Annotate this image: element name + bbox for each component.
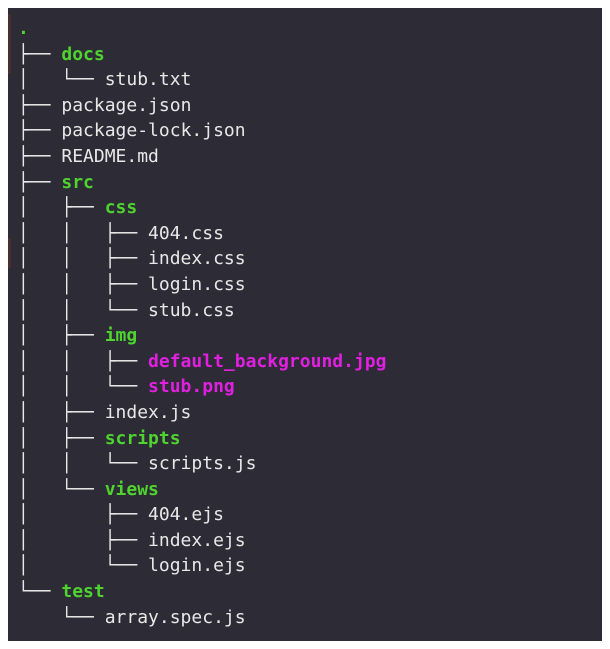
image-file-name: stub.png <box>148 376 235 398</box>
directory-name: css <box>104 197 138 219</box>
tree-file-row: ├── package-lock.json <box>18 118 386 144</box>
tree-file-row: │ ├── index.js <box>18 400 386 426</box>
tree-file-row: │ │ ├── login.css <box>18 272 386 298</box>
file-name: login.css <box>148 273 246 295</box>
tree-directory-row: └── test <box>18 579 386 605</box>
left-accent-bar <box>8 14 11 74</box>
tree-branch-lines: │ │ ├── <box>18 350 149 372</box>
terminal-window: . ├── docs │ └── stub.txt ├── package.json ├… <box>8 8 602 641</box>
file-name: index.js <box>104 401 192 423</box>
tree-file-row: ├── README.md <box>18 144 386 170</box>
tree-file-row: │ │ ├── 404.css <box>18 221 386 247</box>
directory-name: src <box>61 171 94 193</box>
tree-branch-lines: │ │ └── <box>18 376 149 398</box>
tree-branch-lines: └── <box>18 581 62 603</box>
tree-branch-lines: │ ├── <box>18 325 105 347</box>
directory-name: img <box>104 325 138 347</box>
directory-name: views <box>104 478 159 500</box>
tree-file-row: └── array.spec.js <box>18 605 386 631</box>
tree-branch-lines: │ ├── <box>18 401 105 423</box>
tree-branch-lines: │ └── <box>18 555 149 577</box>
tree-branch-lines: ├── <box>18 171 62 193</box>
file-name: scripts.js <box>148 453 257 475</box>
root-dot: . <box>18 18 29 39</box>
file-name: stub.css <box>148 299 235 321</box>
file-name: login.ejs <box>148 555 246 577</box>
tree-file-row: │ │ └── stub.css <box>18 298 386 324</box>
tree-branch-lines: │ │ ├── <box>18 248 149 270</box>
tree-root-row: . <box>18 16 386 42</box>
tree-file-row: │ │ ├── index.css <box>18 246 386 272</box>
file-name: README.md <box>61 145 159 167</box>
tree-file-row: │ │ └── scripts.js <box>18 451 386 477</box>
tree-file-row: │ ├── index.ejs <box>18 528 386 554</box>
tree-file-row: │ └── stub.txt <box>18 67 386 93</box>
tree-branch-lines: ├── <box>18 120 62 142</box>
tree-file-row: │ └── login.ejs <box>18 553 386 579</box>
tree-directory-row: ├── src <box>18 170 386 196</box>
tree-branch-lines: │ │ └── <box>18 299 149 321</box>
tree-branch-lines: │ ├── <box>18 504 149 526</box>
tree-branch-lines: ├── <box>18 43 62 65</box>
tree-directory-row: ├── docs <box>18 42 386 68</box>
tree-file-row: ├── package.json <box>18 93 386 119</box>
tree-file-row: │ │ ├── default_background.jpg <box>18 349 386 375</box>
file-name: index.css <box>148 248 246 270</box>
tree-branch-lines: │ ├── <box>18 427 105 449</box>
tree-branch-lines: │ │ ├── <box>18 273 149 295</box>
tree-branch-lines: │ │ └── <box>18 453 149 475</box>
directory-name: docs <box>61 43 105 65</box>
tree-directory-row: │ ├── css <box>18 195 386 221</box>
tree-branch-lines: ├── <box>18 94 62 116</box>
directory-name: scripts <box>104 427 181 449</box>
tree-branch-lines: │ │ ├── <box>18 222 149 244</box>
tree-branch-lines: └── <box>18 606 105 628</box>
tree-branch-lines: │ └── <box>18 478 105 500</box>
file-name: array.spec.js <box>104 606 246 628</box>
tree-branch-lines: │ └── <box>18 69 105 91</box>
directory-name: test <box>61 581 105 603</box>
directory-tree: . ├── docs │ └── stub.txt ├── package.json ├… <box>18 16 386 630</box>
tree-branch-lines: │ ├── <box>18 529 149 551</box>
tree-directory-row: │ └── views <box>18 477 386 503</box>
file-name: stub.txt <box>104 69 192 91</box>
tree-branch-lines: ├── <box>18 145 62 167</box>
left-accent-bar <box>8 238 11 268</box>
tree-file-row: │ │ └── stub.png <box>18 374 386 400</box>
file-name: index.ejs <box>148 529 246 551</box>
tree-directory-row: │ ├── scripts <box>18 426 386 452</box>
file-name: package-lock.json <box>61 120 246 142</box>
image-file-name: default_background.jpg <box>148 350 387 372</box>
file-name: 404.css <box>148 222 224 244</box>
tree-branch-lines: │ ├── <box>18 197 105 219</box>
tree-file-row: │ ├── 404.ejs <box>18 502 386 528</box>
file-name: 404.ejs <box>148 504 224 526</box>
tree-directory-row: │ ├── img <box>18 323 386 349</box>
file-name: package.json <box>61 94 192 116</box>
